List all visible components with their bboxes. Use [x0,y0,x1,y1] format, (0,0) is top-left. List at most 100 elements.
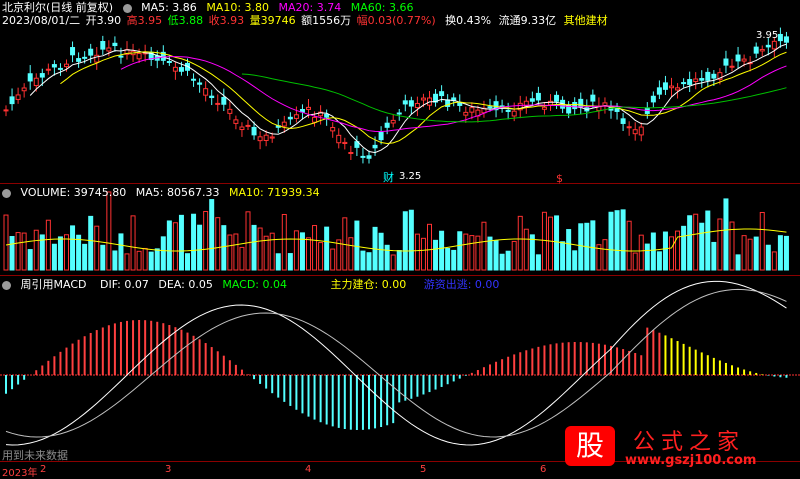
candle-body [197,82,203,85]
candle-body [239,126,245,131]
candle-body [312,116,318,123]
candle-body [687,79,693,85]
chart-canvas[interactable] [0,0,800,477]
volume-bar [693,213,699,271]
volume-bar [148,251,154,271]
candle-body [39,73,45,78]
volume-bar [427,223,432,271]
volume-bar [100,244,106,271]
candle-body [51,64,57,68]
volume-bar [523,228,529,271]
volume-bar [360,250,366,271]
volume-bar [21,232,27,271]
timeline-month-6: 6 [540,464,547,475]
finance-marker[interactable]: 财 [383,171,394,185]
volume-bar [318,242,324,271]
volume-bar [239,246,245,271]
timeline-month-5: 5 [420,464,427,475]
candle-body [330,127,336,132]
volume-bar [481,221,487,271]
candle-body [233,119,239,124]
volume-bar [324,226,330,271]
volume-bar [82,243,88,271]
candle-body [251,126,257,136]
volume-bar [287,253,293,271]
volume-bar [777,235,783,271]
candle-body [420,97,426,101]
logo-url: www.gszj100.com [625,453,757,468]
site-logo: 股 公式之家 www.gszj100.com [555,420,800,477]
candle-body [529,98,535,102]
volume-bar [15,232,21,271]
volume-bar [414,233,420,271]
candle-body [372,144,378,149]
volume-bar [541,211,547,271]
volume-bar [475,235,481,271]
candle-body [9,96,15,105]
candle-body [112,42,118,47]
timeline-month-3: 3 [165,464,172,475]
macd-name[interactable]: 周引用MACD [21,278,87,291]
volume-bar [402,211,408,271]
volume-bar [735,254,741,271]
candle-body [27,73,33,82]
candle-body [590,94,596,102]
volume-bar [112,250,118,271]
event-marker[interactable]: $ [556,172,563,186]
volume-bar [172,222,178,271]
candle-body [76,58,82,62]
volume-bar [711,241,717,271]
candle-body [21,87,27,92]
volume-bar [293,230,299,271]
volume-ma5: MA5: 80567.33 [135,186,220,199]
volume-bar [687,215,693,271]
candle-body [675,87,681,91]
candle-body [269,136,275,139]
candle-body [572,101,578,110]
candle-body [15,94,21,100]
volume-bar [487,236,493,271]
volume-bar [723,198,729,271]
volume-bar [620,209,626,271]
volume-bar [27,249,33,271]
candle-body [324,113,330,118]
candle-body [463,111,469,116]
candle-body [70,47,76,56]
volume-bar [548,216,553,271]
volume-bar [705,210,711,271]
candle-body [511,110,517,117]
candle-body [535,92,541,101]
volume-bar [142,247,148,271]
candle-body [191,78,197,81]
candle-body [118,55,124,58]
volume-bar [281,213,287,271]
candle-body [348,152,354,155]
logo-glyph: 股 [565,426,615,466]
candle-body [384,122,390,128]
candle-body [342,141,348,144]
volume-bar [306,237,311,271]
volume-bar [517,215,523,271]
volume-bar [299,232,305,271]
volume-bar [9,236,15,271]
volume-bar [638,234,644,271]
candle-body [172,66,178,72]
volume-bar [57,236,63,271]
volume-settings-icon[interactable] [2,188,11,198]
volume-bar [669,236,674,271]
volume-bar [759,211,765,271]
candle-body [783,36,789,43]
candle-body [741,58,747,62]
macd-value: MACD: 0.04 [222,278,287,291]
macd-settings-icon[interactable] [2,280,11,290]
macd-build: 主力建仓: 0.00 [330,278,407,291]
volume-bar [330,248,336,271]
volume-bar [578,223,584,271]
volume-bar [251,224,257,271]
volume-bar [783,235,789,271]
volume-bar [106,191,112,271]
candle-body [100,40,106,50]
candle-body [360,155,366,158]
macd-flee: 游资出逃: 0.00 [423,278,500,291]
volume-bar [263,235,269,271]
